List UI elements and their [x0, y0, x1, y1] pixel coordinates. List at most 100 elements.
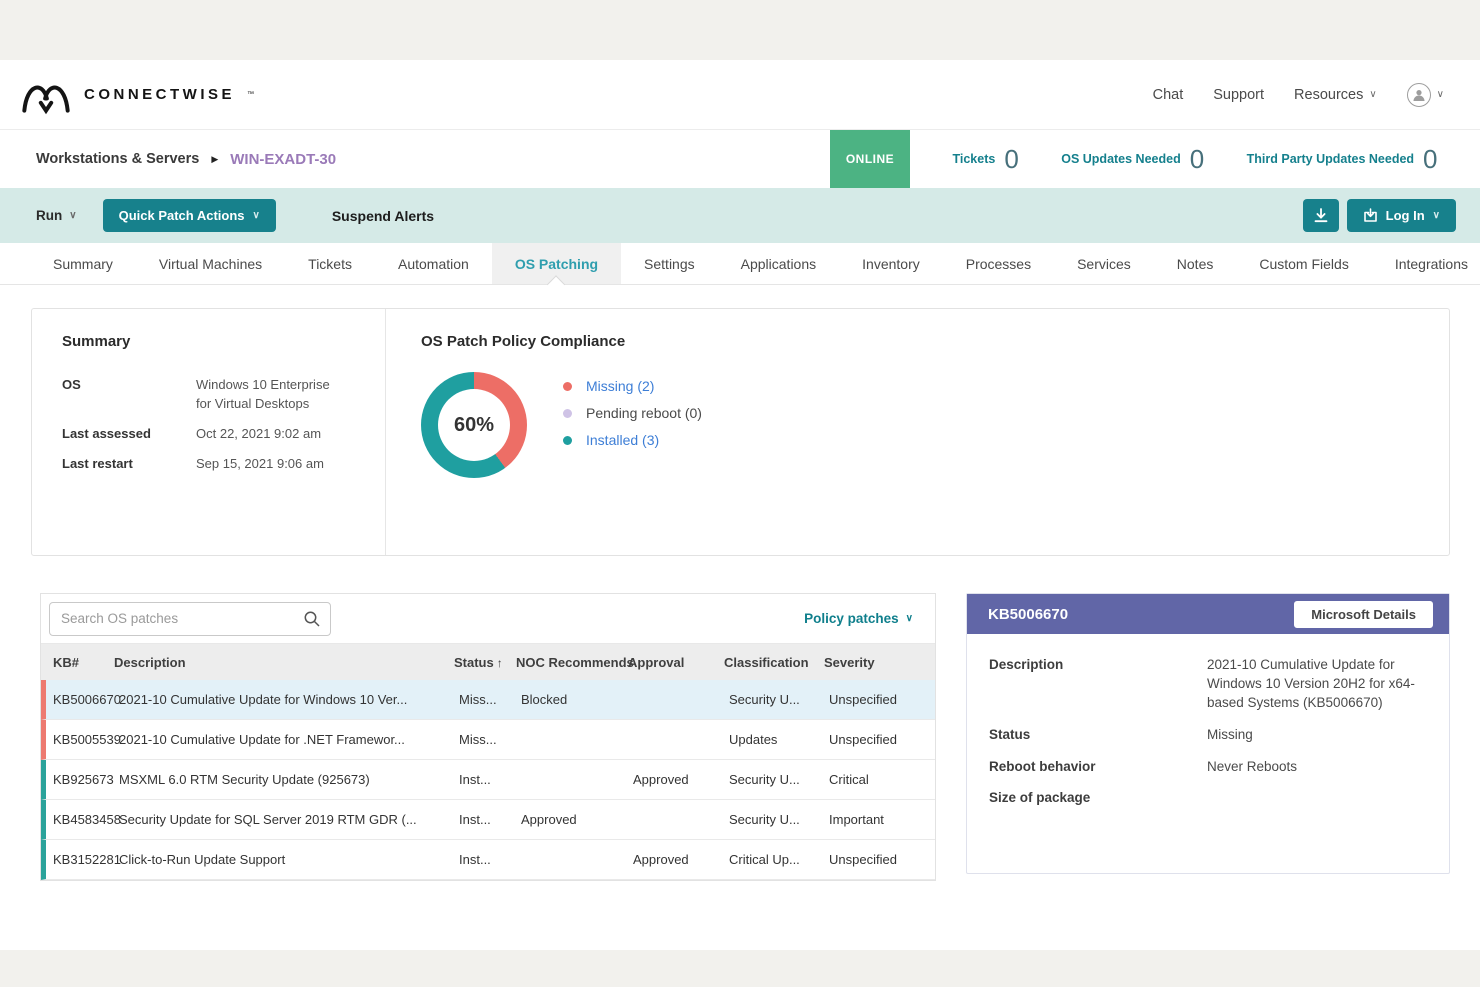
third-party-updates-needed-count[interactable]: Third Party Updates Needed 0: [1247, 146, 1438, 172]
table-row[interactable]: KB925673 MSXML 6.0 RTM Security Update (…: [41, 760, 935, 800]
top-nav: Chat Support Resources ∨ ∨: [1153, 83, 1444, 107]
search-input[interactable]: [49, 602, 331, 636]
column-approval[interactable]: Approval: [628, 655, 724, 670]
chevron-down-icon: ∨: [1369, 89, 1376, 100]
tab-os-patching[interactable]: OS Patching: [492, 243, 621, 284]
os-patch-table-card: Policy patches ∨ KB# Description Status↑…: [40, 593, 936, 881]
brand: CONNECTWISE ™: [20, 75, 254, 115]
chevron-down-icon: ∨: [1433, 210, 1440, 221]
download-icon: [1314, 208, 1328, 223]
sort-ascending-icon: ↑: [497, 656, 503, 670]
compliance-legend: Missing (2) Pending reboot (0) Installed…: [563, 372, 702, 448]
detail-field-status: Status Missing: [989, 726, 1425, 745]
summary-field-last-restart: Last restart Sep 15, 2021 9:06 am: [62, 455, 365, 474]
main-content: Summary OS Windows 10 Enterprise for Vir…: [0, 308, 1480, 950]
device-bar: Workstations & Servers ▶ WIN-EXADT-30 ON…: [0, 130, 1480, 188]
legend-missing: Missing (2): [563, 378, 702, 394]
tab-tickets[interactable]: Tickets: [285, 243, 375, 284]
bottom-margin-band: [0, 950, 1480, 987]
online-status-badge: ONLINE: [830, 130, 910, 188]
compliance-percent: 60%: [421, 372, 527, 478]
login-icon: [1363, 208, 1378, 223]
chevron-down-icon: ∨: [69, 210, 76, 221]
policy-patches-dropdown[interactable]: Policy patches ∨: [804, 611, 913, 626]
legend-pending-reboot: Pending reboot (0): [563, 405, 702, 421]
chat-link[interactable]: Chat: [1153, 87, 1184, 103]
tickets-count[interactable]: Tickets 0: [952, 146, 1018, 172]
compliance-donut: 60%: [421, 372, 527, 478]
patch-detail-title: KB5006670: [988, 606, 1068, 623]
column-status-sorted[interactable]: Status↑: [454, 655, 516, 670]
tab-automation[interactable]: Automation: [375, 243, 492, 284]
breadcrumb: Workstations & Servers ▶ WIN-EXADT-30: [0, 130, 830, 188]
top-margin-band: [0, 0, 1480, 60]
column-severity[interactable]: Severity: [824, 655, 935, 670]
action-bar: Run ∨ Quick Patch Actions ∨ Suspend Aler…: [0, 188, 1480, 243]
column-classification[interactable]: Classification: [724, 655, 824, 670]
table-header-row: KB# Description Status↑ NOC Recommends A…: [41, 644, 935, 680]
compliance-title: OS Patch Policy Compliance: [421, 333, 1449, 350]
search-icon[interactable]: [303, 610, 321, 628]
tab-processes[interactable]: Processes: [943, 243, 1054, 284]
device-name: WIN-EXADT-30: [230, 151, 336, 168]
support-link[interactable]: Support: [1213, 87, 1264, 103]
legend-pending-label: Pending reboot (0): [586, 405, 702, 421]
column-description[interactable]: Description: [114, 655, 454, 670]
detail-field-reboot-behavior: Reboot behavior Never Reboots: [989, 758, 1425, 777]
table-row[interactable]: KB5005539 2021-10 Cumulative Update for …: [41, 720, 935, 760]
quick-patch-actions-button[interactable]: Quick Patch Actions ∨: [103, 199, 276, 232]
breadcrumb-arrow-icon: ▶: [211, 154, 218, 165]
action-bar-right: Log In ∨: [1303, 199, 1456, 232]
download-button[interactable]: [1303, 199, 1339, 232]
patch-detail-panel: KB5006670 Microsoft Details Description …: [966, 593, 1450, 874]
installed-dot-icon: [563, 436, 572, 445]
tab-services[interactable]: Services: [1054, 243, 1154, 284]
legend-installed-link[interactable]: Installed (3): [586, 432, 659, 448]
suspend-alerts-button[interactable]: Suspend Alerts: [332, 208, 434, 224]
summary-field-last-assessed: Last assessed Oct 22, 2021 9:02 am: [62, 425, 365, 444]
tab-integrations[interactable]: Integrations: [1372, 243, 1480, 284]
chevron-down-icon: ∨: [906, 613, 913, 624]
chevron-down-icon: ∨: [1437, 89, 1444, 100]
missing-dot-icon: [563, 382, 572, 391]
overview-card: Summary OS Windows 10 Enterprise for Vir…: [31, 308, 1450, 556]
summary-panel: Summary OS Windows 10 Enterprise for Vir…: [32, 309, 386, 555]
summary-title: Summary: [62, 333, 365, 350]
breadcrumb-parent-link[interactable]: Workstations & Servers: [36, 151, 199, 167]
column-noc-recommends[interactable]: NOC Recommends: [516, 655, 628, 670]
connectwise-logo-icon: [20, 75, 72, 115]
run-dropdown[interactable]: Run ∨: [36, 208, 77, 223]
tab-notes[interactable]: Notes: [1154, 243, 1237, 284]
table-toolbar: Policy patches ∨: [41, 594, 935, 644]
tab-applications[interactable]: Applications: [718, 243, 840, 284]
brand-name: CONNECTWISE: [84, 86, 235, 103]
trademark: ™: [247, 91, 254, 98]
table-row[interactable]: KB5006670 2021-10 Cumulative Update for …: [41, 680, 935, 720]
os-updates-needed-count[interactable]: OS Updates Needed 0: [1061, 146, 1204, 172]
lower-section: Policy patches ∨ KB# Description Status↑…: [40, 593, 1450, 881]
compliance-panel: OS Patch Policy Compliance 60% Missing (…: [386, 309, 1449, 555]
table-row[interactable]: KB3152281 Click-to-Run Update Support In…: [41, 840, 935, 880]
detail-field-description: Description 2021-10 Cumulative Update fo…: [989, 656, 1425, 713]
microsoft-details-button[interactable]: Microsoft Details: [1294, 601, 1433, 628]
patch-detail-body: Description 2021-10 Cumulative Update fo…: [967, 634, 1449, 873]
resources-menu[interactable]: Resources ∨: [1294, 87, 1377, 103]
tab-bar: Summary Virtual Machines Tickets Automat…: [0, 243, 1480, 285]
tab-inventory[interactable]: Inventory: [839, 243, 943, 284]
device-metrics: Tickets 0 OS Updates Needed 0 Third Part…: [910, 130, 1480, 188]
app-header: CONNECTWISE ™ Chat Support Resources ∨ ∨: [0, 60, 1480, 130]
tab-settings[interactable]: Settings: [621, 243, 718, 284]
tab-virtual-machines[interactable]: Virtual Machines: [136, 243, 285, 284]
summary-field-os: OS Windows 10 Enterprise for Virtual Des…: [62, 376, 365, 414]
legend-missing-link[interactable]: Missing (2): [586, 378, 654, 394]
user-menu[interactable]: ∨: [1407, 83, 1444, 107]
column-kb[interactable]: KB#: [41, 655, 114, 670]
pending-reboot-dot-icon: [563, 409, 572, 418]
table-row[interactable]: KB4583458 Security Update for SQL Server…: [41, 800, 935, 840]
tab-summary[interactable]: Summary: [30, 243, 136, 284]
log-in-button[interactable]: Log In ∨: [1347, 199, 1456, 232]
legend-installed: Installed (3): [563, 432, 702, 448]
detail-field-size-of-package: Size of package: [989, 789, 1425, 808]
patch-detail-header: KB5006670 Microsoft Details: [967, 594, 1449, 634]
tab-custom-fields[interactable]: Custom Fields: [1236, 243, 1371, 284]
